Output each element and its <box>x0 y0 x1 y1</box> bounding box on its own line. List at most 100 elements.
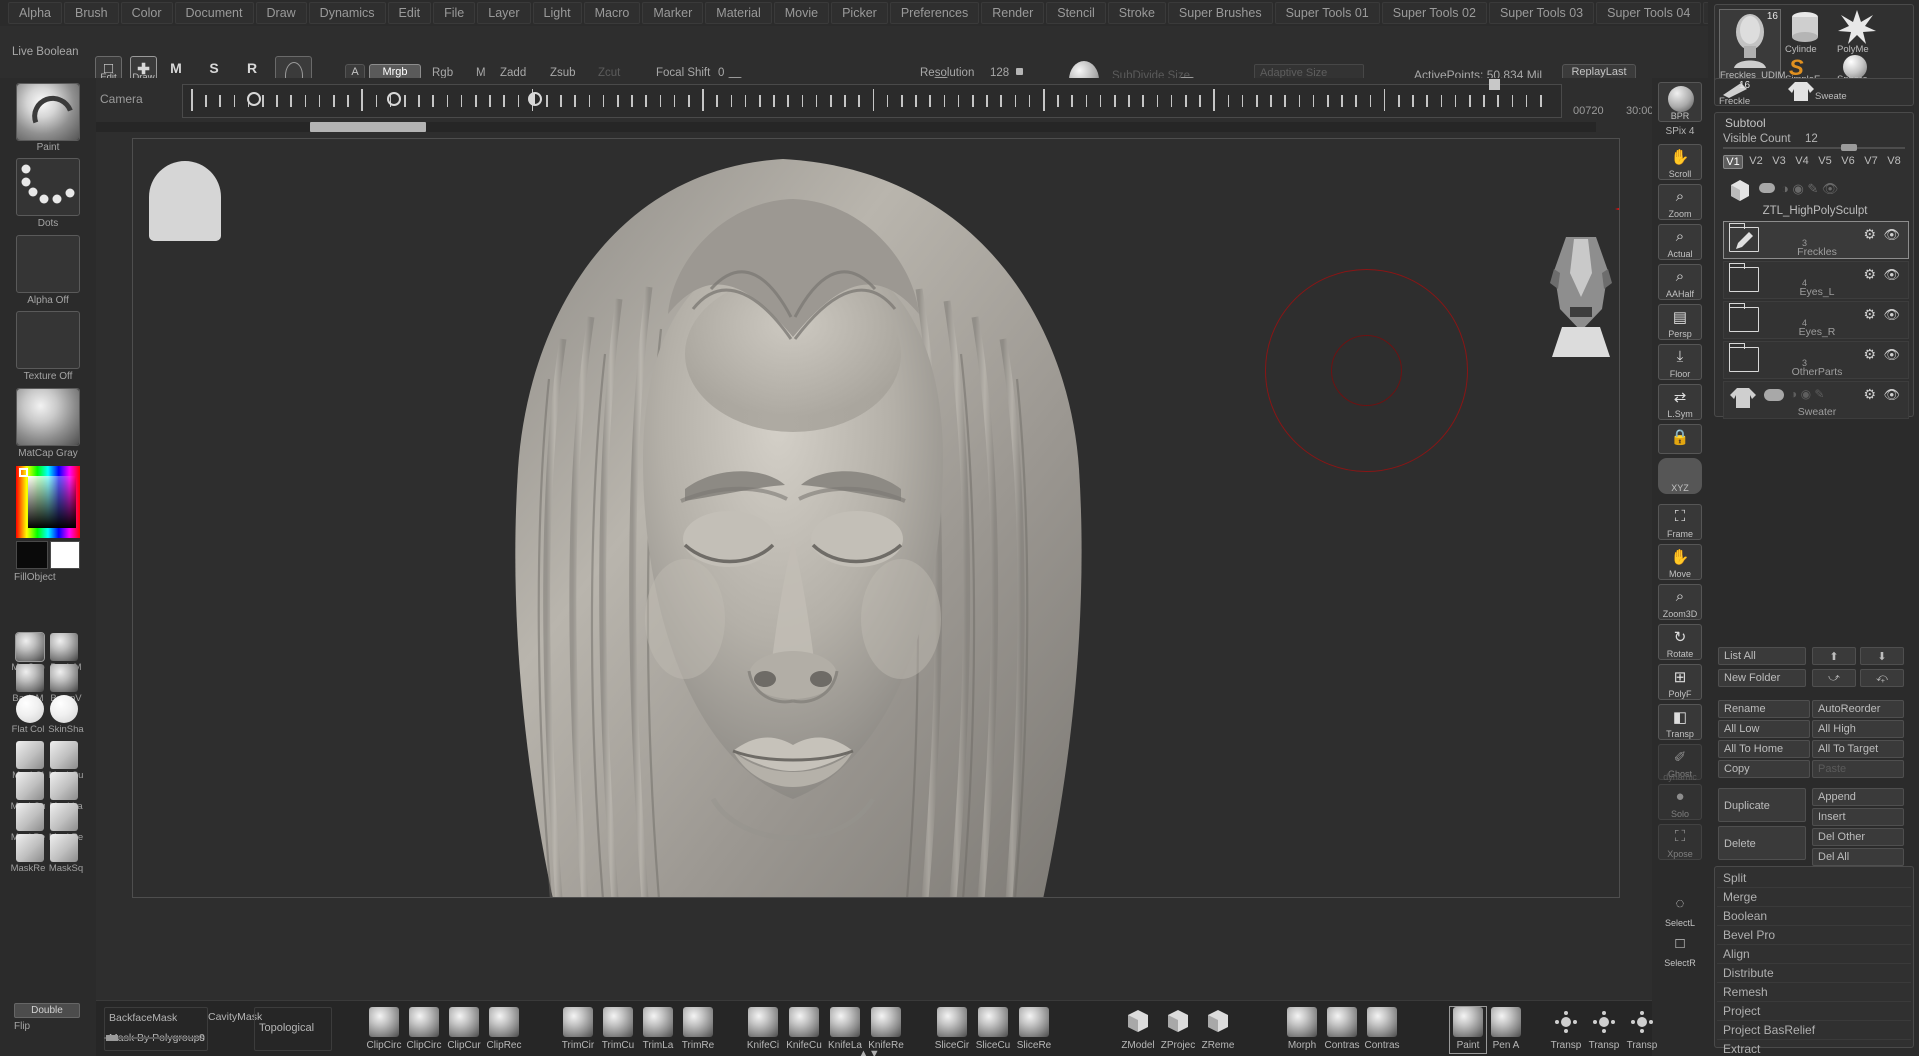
transp-button[interactable]: ◧ Transp <box>1658 704 1702 740</box>
view-tab-v1[interactable]: V1 <box>1723 155 1743 169</box>
subtool-row-freckles[interactable]: ⚙ 👁 3 Freckles <box>1723 221 1909 259</box>
color-picker[interactable] <box>16 466 80 538</box>
brush-button-trimlasso[interactable]: TrimLa <box>640 1007 676 1053</box>
subtool-row-sweater[interactable]: ◑ ◉ ✎ ⚙ 👁 Sweater <box>1723 381 1909 419</box>
subtool-gear-icon-eyes-r[interactable]: ⚙ <box>1863 306 1876 323</box>
menu-item-super-tools-03[interactable]: Super Tools 03 <box>1488 2 1595 24</box>
menu-item-super-brushes[interactable]: Super Brushes <box>1167 2 1273 24</box>
brush-button-slicecurve[interactable]: SliceCu <box>975 1007 1011 1053</box>
visible-count-slider[interactable] <box>1723 147 1905 149</box>
frame-button[interactable]: ⛶ Frame <box>1658 504 1702 540</box>
timeline-keyframe-2[interactable] <box>387 92 401 106</box>
resolution-toggle[interactable] <box>1016 68 1023 75</box>
lsym-button[interactable]: ⇄ L.Sym <box>1658 384 1702 420</box>
subtool-del-other-button[interactable]: Del Other <box>1812 828 1904 846</box>
subtool-modifier-icons[interactable]: ◑ ◉ ✎ <box>1790 387 1824 401</box>
subtool-eye-icon-freckles[interactable]: 👁 <box>1883 227 1900 243</box>
scroll-button[interactable]: ✋ Scroll <box>1658 144 1702 180</box>
menu-item-layer[interactable]: Layer <box>477 2 531 24</box>
mask-polygroups-knob[interactable] <box>106 1035 118 1041</box>
canvas-scrollbar-thumb[interactable] <box>310 122 426 132</box>
actual-button[interactable]: ⌕ Actual <box>1658 224 1702 260</box>
menu-item-macro[interactable]: Macro <box>583 2 641 24</box>
move-down-button[interactable]: ⬇ <box>1860 647 1904 665</box>
operation-extract[interactable]: Extract <box>1717 1040 1911 1056</box>
menu-item-super-tools-04[interactable]: Super Tools 04 <box>1596 2 1702 24</box>
subtool-eye-icon-eyes-l[interactable]: 👁 <box>1883 267 1900 283</box>
brush-button-cliprect[interactable]: ClipRec <box>486 1007 522 1053</box>
floor-button[interactable]: ⤓ Floor <box>1658 344 1702 380</box>
menu-item-document[interactable]: Document <box>174 2 254 24</box>
brush-button-contrast1[interactable]: Contras <box>1324 1007 1360 1053</box>
stroke-slot-button[interactable] <box>16 158 80 216</box>
menu-item-marker[interactable]: Marker <box>642 2 704 24</box>
material-swatch-maskcu[interactable] <box>50 741 78 769</box>
material-swatch-matcap[interactable] <box>15 632 45 662</box>
menu-item-alpha[interactable]: Alpha <box>8 2 62 24</box>
subtool-gear-icon-eyes-l[interactable]: ⚙ <box>1863 266 1876 283</box>
brush-button-contrast2[interactable]: Contras <box>1364 1007 1400 1053</box>
brush-button-clipcurve[interactable]: ClipCur <box>446 1007 482 1053</box>
menu-item-edit[interactable]: Edit <box>387 2 432 24</box>
material-slot-button[interactable] <box>16 388 80 446</box>
subtool-insert-button[interactable]: Insert <box>1812 808 1904 826</box>
list-all-button[interactable]: List All <box>1718 647 1806 665</box>
operation-project-basrelief[interactable]: Project BasRelief <box>1717 1021 1911 1040</box>
timeline-handle[interactable] <box>1489 79 1500 90</box>
duplicate-button[interactable]: Duplicate <box>1718 788 1806 822</box>
subtool-copy-button[interactable]: Copy <box>1718 760 1810 778</box>
material-swatch-skinsha[interactable] <box>50 695 78 723</box>
secondary-color-swatch[interactable] <box>50 541 80 569</box>
subtool-header-toggle[interactable] <box>1759 183 1775 193</box>
menu-item-draw[interactable]: Draw <box>255 2 307 24</box>
brush-button-transp3[interactable]: Transp <box>1624 1007 1660 1053</box>
subtool-header-icons[interactable]: ◑ ◉ ✎ 👁 <box>1781 181 1838 197</box>
subtool-autoreorder-button[interactable]: AutoReorder <box>1812 700 1904 718</box>
menu-item-stencil[interactable]: Stencil <box>1046 2 1106 24</box>
flip-button[interactable]: Flip <box>0 1021 96 1032</box>
rotate-button[interactable]: ↻ Rotate <box>1658 624 1702 660</box>
tool-thumb-polymesh[interactable]: PolyMe <box>1837 9 1881 55</box>
subtool-all-to-home-button[interactable]: All To Home <box>1718 740 1810 758</box>
menu-item-material[interactable]: Material <box>705 2 772 24</box>
brush-button-clipcircc[interactable]: ClipCirc <box>406 1007 442 1053</box>
move-button[interactable]: ✋ Move <box>1658 544 1702 580</box>
texture-slot-button[interactable] <box>16 311 80 369</box>
subtool-eye-icon-sweater[interactable]: 👁 <box>1883 387 1900 403</box>
move-up-button[interactable]: ⬆ <box>1812 647 1856 665</box>
material-swatch-maskre[interactable] <box>16 834 44 862</box>
brush-button-pen-a[interactable]: Pen A <box>1488 1007 1524 1053</box>
brush-button-knifelasso[interactable]: KnifeLa <box>827 1007 863 1053</box>
new-folder-button[interactable]: New Folder <box>1718 669 1806 687</box>
selectr-button[interactable]: □ SelectR <box>1658 932 1702 968</box>
operation-merge[interactable]: Merge <box>1717 888 1911 907</box>
brush-button-morph[interactable]: Morph <box>1284 1007 1320 1053</box>
tool-thumb-freckle[interactable]: 16 Freckle <box>1719 80 1779 107</box>
subtool-toggle-sweater[interactable] <box>1764 389 1784 401</box>
material-swatch-flat col[interactable] <box>16 695 44 723</box>
operation-boolean[interactable]: Boolean <box>1717 907 1911 926</box>
brush-button-knifecurve[interactable]: KnifeCu <box>786 1007 822 1053</box>
menu-item-dynamics[interactable]: Dynamics <box>308 2 386 24</box>
persp-button[interactable]: ▤ Persp <box>1658 304 1702 340</box>
brush-button-slicecirc[interactable]: SliceCir <box>934 1007 970 1053</box>
menu-item-super-tools-01[interactable]: Super Tools 01 <box>1274 2 1380 24</box>
3d-viewport[interactable] <box>132 138 1620 898</box>
visible-count-knob[interactable] <box>1841 144 1857 151</box>
subtool-gear-icon-otherparts[interactable]: ⚙ <box>1863 346 1876 363</box>
subtool-gear-icon-freckles[interactable]: ⚙ <box>1863 226 1876 243</box>
operation-split[interactable]: Split <box>1717 869 1911 888</box>
brush-button-knifecirc[interactable]: KnifeCi <box>745 1007 781 1053</box>
rotate-mode-button[interactable]: R Rotate <box>241 57 269 89</box>
material-swatch-maskcl[interactable] <box>16 741 44 769</box>
subtool-gear-icon-sweater[interactable]: ⚙ <box>1863 386 1876 403</box>
subtool-paste-button[interactable]: Paste <box>1812 760 1904 778</box>
brush-button-trimrect[interactable]: TrimRe <box>680 1007 716 1053</box>
subtool-all-to-target-button[interactable]: All To Target <box>1812 740 1904 758</box>
primary-color-swatch[interactable] <box>16 541 48 569</box>
operation-bevel-pro[interactable]: Bevel Pro <box>1717 926 1911 945</box>
operation-project[interactable]: Project <box>1717 1002 1911 1021</box>
topological-button[interactable]: Topological <box>259 1022 314 1034</box>
tool-thumb-sweater[interactable]: Sweate <box>1785 80 1847 104</box>
bpr-button[interactable]: BPR <box>1658 82 1702 122</box>
